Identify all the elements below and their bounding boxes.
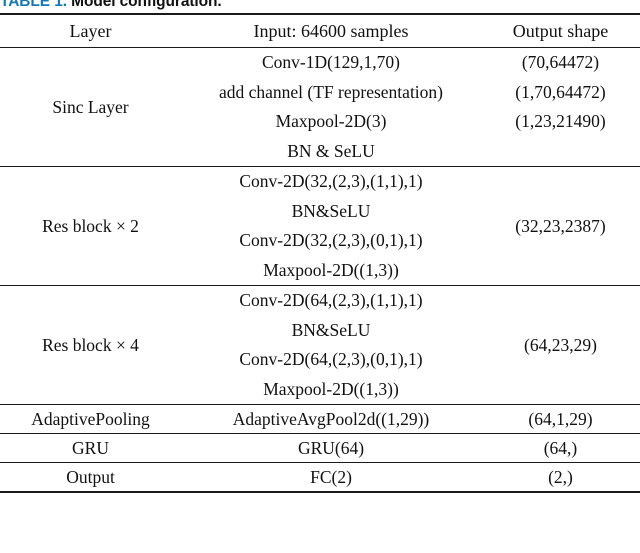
- cell-input: BN & SeLU: [287, 140, 375, 161]
- cell-input: Maxpool-2D(3): [275, 111, 387, 132]
- cell-output: (70,64472): [521, 52, 600, 73]
- section-label-sinc-layer: Sinc Layer: [52, 96, 129, 117]
- table-row: Res block × 2 Conv-2D(32,(2,3),(1,1),1) …: [0, 167, 640, 235]
- section-label-gru: GRU: [72, 437, 109, 458]
- cell-input: Conv-1D(129,1,70): [261, 52, 401, 73]
- table-row: Sinc Layer Conv-1D(129,1,70) (70,64472): [0, 48, 640, 116]
- section-label-res-block-2: Res block × 2: [42, 215, 139, 236]
- column-header-input: Input: 64600 samples: [253, 20, 409, 41]
- cell-input: GRU(64): [297, 437, 365, 458]
- cell-output: (2,): [548, 466, 573, 487]
- cell-input: BN&SeLU: [291, 319, 371, 340]
- table-header-row: Layer Input: 64600 samples Output shape: [0, 15, 640, 48]
- cell-input: Conv-2D(32,(2,3),(1,1),1): [239, 171, 423, 192]
- section-label-adaptive-pooling: AdaptivePooling: [31, 408, 150, 429]
- cell-input: Conv-2D(64,(2,3),(0,1),1): [239, 349, 423, 370]
- table-row: GRU GRU(64) (64,): [0, 434, 640, 463]
- section-label-output: Output: [66, 466, 115, 487]
- cell-output: (64,1,29): [528, 408, 593, 429]
- cell-output: (32,23,2387): [515, 215, 606, 236]
- table-bottom-rule: [0, 491, 640, 493]
- cell-input: AdaptiveAvgPool2d((1,29)): [232, 408, 430, 429]
- cell-input: Maxpool-2D((1,3)): [263, 259, 399, 280]
- model-configuration-table: Layer Input: 64600 samples Output shape …: [0, 13, 640, 493]
- table-caption-title: Model configuration.: [71, 0, 222, 10]
- cell-output: [481, 137, 640, 167]
- cell-input: Maxpool-2D((1,3)): [263, 378, 399, 399]
- table-row: Res block × 4 Conv-2D(64,(2,3),(1,1),1) …: [0, 286, 640, 354]
- table-caption: TABLE 1. Model configuration.: [0, 0, 640, 13]
- cell-output: (64,23,29): [524, 334, 597, 355]
- table-row: Output FC(2) (2,): [0, 463, 640, 492]
- cell-input: Conv-2D(64,(2,3),(1,1),1): [239, 290, 423, 311]
- cell-output: (1,23,21490): [515, 111, 606, 132]
- table-row: AdaptivePooling AdaptiveAvgPool2d((1,29)…: [0, 405, 640, 434]
- cell-input: add channel (TF representation): [218, 81, 443, 102]
- section-label-res-block-4: Res block × 4: [42, 334, 139, 355]
- cell-input: Conv-2D(32,(2,3),(0,1),1): [239, 230, 423, 251]
- column-header-output: Output shape: [512, 20, 609, 41]
- cell-input: FC(2): [310, 466, 352, 487]
- cell-input: BN&SeLU: [291, 200, 371, 221]
- column-header-layer: Layer: [69, 20, 112, 41]
- cell-output: (64,): [543, 437, 578, 458]
- cell-output: (1,70,64472): [515, 81, 606, 102]
- table-caption-label: TABLE 1.: [0, 0, 67, 10]
